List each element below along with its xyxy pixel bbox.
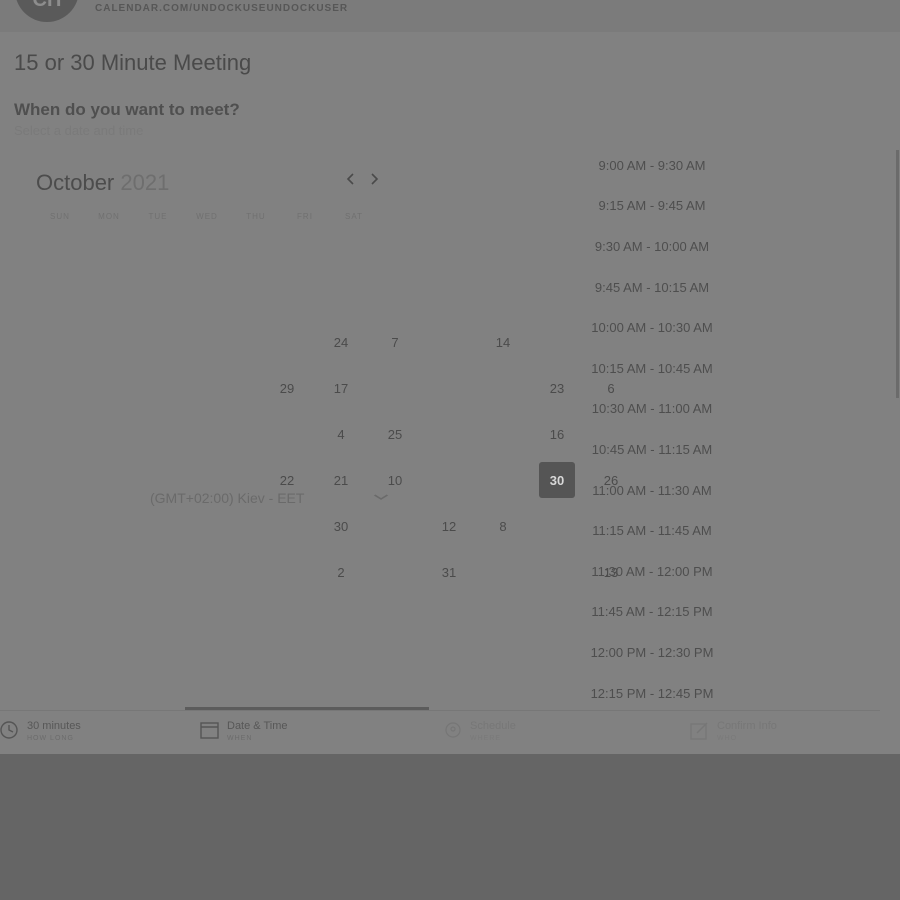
time-slot[interactable]: 11:30 AM - 12:00 PM bbox=[576, 551, 728, 592]
step-label: 30 minutes bbox=[27, 720, 81, 732]
step-sublabel: HOW LONG bbox=[27, 735, 74, 742]
weekday-sun: SUN bbox=[50, 212, 70, 221]
time-slot[interactable]: 12:15 PM - 12:45 PM bbox=[576, 673, 728, 714]
calendar-day[interactable]: 2 bbox=[323, 554, 359, 590]
calendar-day[interactable]: 24 bbox=[323, 324, 359, 360]
date-hint: Select a date and time bbox=[14, 123, 144, 138]
step-label: Date & Time bbox=[227, 720, 288, 732]
step-label: Confirm Info bbox=[717, 720, 777, 732]
timezone-dropdown-toggle[interactable] bbox=[373, 489, 389, 504]
location-icon bbox=[445, 722, 461, 738]
weekday-sat: SAT bbox=[345, 212, 363, 221]
time-slot-scrollbar[interactable] bbox=[896, 150, 899, 398]
prev-month-button[interactable] bbox=[346, 172, 356, 190]
weekday-thu: THU bbox=[246, 212, 266, 221]
calendar-day[interactable]: 31 bbox=[431, 554, 467, 590]
time-slot[interactable]: 11:15 AM - 11:45 AM bbox=[576, 510, 728, 551]
top-bar: CH CALENDAR.COM/UNDOCKUSEUNDOCKUSER bbox=[0, 0, 900, 32]
calendar-day[interactable]: 12 bbox=[431, 508, 467, 544]
steps-divider bbox=[0, 710, 880, 711]
month-label: October 2021 bbox=[36, 170, 169, 196]
step-progress-indicator bbox=[185, 707, 429, 710]
calendar-day[interactable]: 30 bbox=[323, 508, 359, 544]
calendar-day[interactable]: 8 bbox=[485, 508, 521, 544]
weekday-tue: TUE bbox=[148, 212, 168, 221]
calendar-day[interactable]: 16 bbox=[539, 416, 575, 452]
timezone-select[interactable]: (GMT+02:00) Kiev - EET bbox=[150, 490, 304, 506]
next-month-button[interactable] bbox=[369, 172, 379, 190]
chevron-left-icon bbox=[346, 173, 354, 185]
chevron-right-icon bbox=[371, 173, 379, 185]
time-slot[interactable]: 11:45 AM - 12:15 PM bbox=[576, 592, 728, 633]
time-slot[interactable]: 11:00 AM - 11:30 AM bbox=[576, 470, 728, 511]
date-question: When do you want to meet? bbox=[14, 100, 240, 119]
calendar-day[interactable]: 14 bbox=[485, 324, 521, 360]
calendar-day[interactable]: 25 bbox=[377, 416, 413, 452]
calendar-day[interactable]: 29 bbox=[269, 370, 305, 406]
booking-panel: CH CALENDAR.COM/UNDOCKUSEUNDOCKUSER 15 o… bbox=[0, 0, 900, 754]
calendar-day-selected[interactable]: 30 bbox=[539, 462, 575, 498]
avatar[interactable]: CH bbox=[15, 0, 79, 22]
calendar-url[interactable]: CALENDAR.COM/UNDOCKUSEUNDOCKUSER bbox=[95, 3, 348, 14]
calendar-day[interactable]: 23 bbox=[539, 370, 575, 406]
time-slot[interactable]: 10:30 AM - 11:00 AM bbox=[576, 389, 728, 430]
time-slot-list: 9:00 AM - 9:30 AM 9:15 AM - 9:45 AM 9:30… bbox=[576, 145, 728, 713]
time-slot[interactable]: 9:00 AM - 9:30 AM bbox=[576, 145, 728, 186]
step-sublabel: WHO bbox=[717, 735, 738, 742]
calendar-day[interactable]: 4 bbox=[323, 416, 359, 452]
step-label: Schedule bbox=[470, 720, 516, 732]
weekday-wed: WED bbox=[196, 212, 218, 221]
time-slot[interactable]: 9:45 AM - 10:15 AM bbox=[576, 267, 728, 308]
time-slot[interactable]: 9:15 AM - 9:45 AM bbox=[576, 186, 728, 227]
time-slot[interactable]: 10:15 AM - 10:45 AM bbox=[576, 348, 728, 389]
chevron-down-icon bbox=[373, 494, 389, 500]
calendar-day[interactable]: 7 bbox=[377, 324, 413, 360]
calendar-icon bbox=[200, 722, 219, 739]
clock-icon bbox=[0, 721, 18, 739]
weekday-fri: FRI bbox=[297, 212, 313, 221]
calendar-day[interactable]: 21 bbox=[323, 462, 359, 498]
step-sublabel: WHERE bbox=[470, 735, 502, 742]
time-slot[interactable]: 10:45 AM - 11:15 AM bbox=[576, 429, 728, 470]
edit-icon bbox=[690, 722, 708, 740]
weekday-mon: MON bbox=[98, 212, 120, 221]
time-slot[interactable]: 10:00 AM - 10:30 AM bbox=[576, 307, 728, 348]
time-slot[interactable]: 12:00 PM - 12:30 PM bbox=[576, 632, 728, 673]
time-slot[interactable]: 9:30 AM - 10:00 AM bbox=[576, 226, 728, 267]
event-title: 15 or 30 Minute Meeting bbox=[14, 50, 252, 75]
calendar-day[interactable]: 17 bbox=[323, 370, 359, 406]
month-name: October bbox=[36, 170, 115, 195]
step-sublabel: WHEN bbox=[227, 735, 253, 742]
year-label: 2021 bbox=[120, 170, 170, 195]
